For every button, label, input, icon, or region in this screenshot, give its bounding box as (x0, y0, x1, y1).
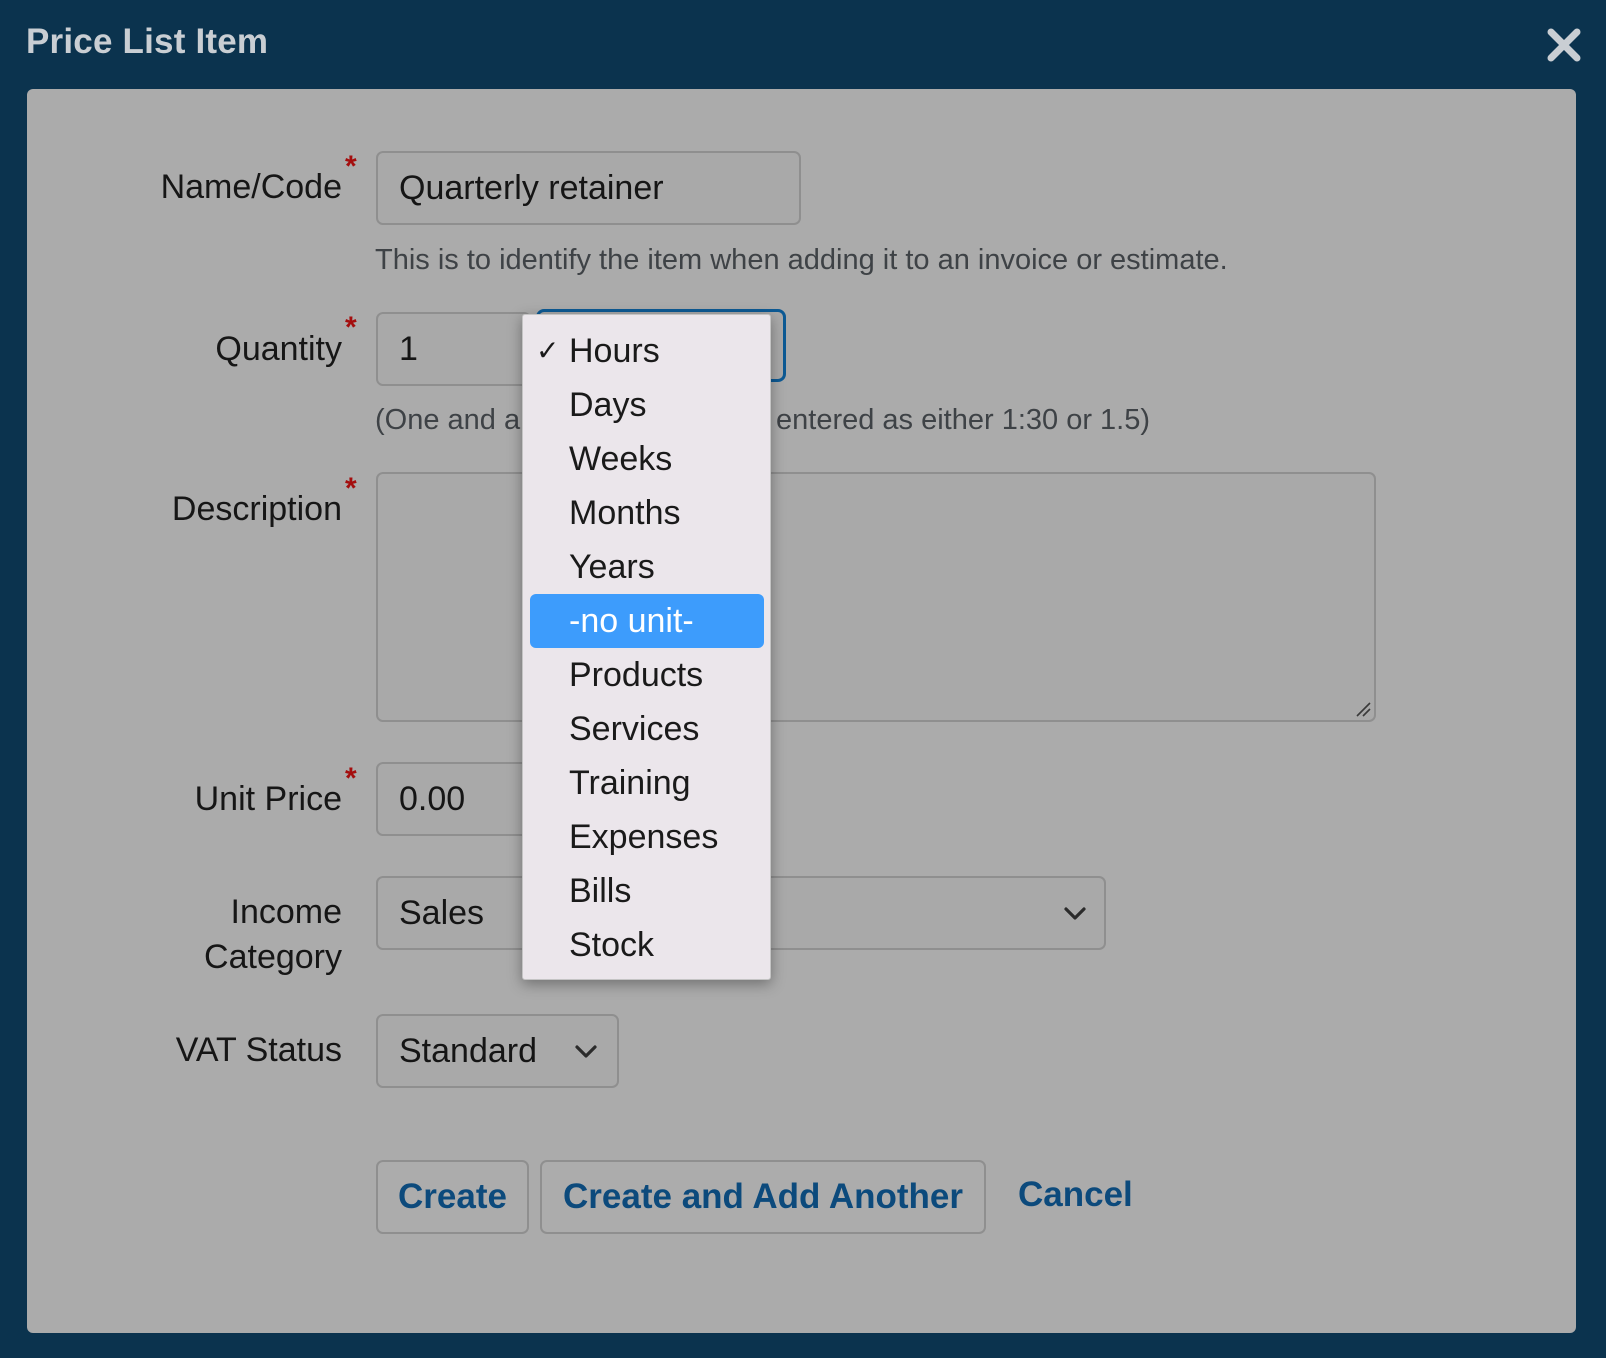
unit-option-label: Training (569, 764, 691, 802)
unit-option-hours[interactable]: ✓ Hours (530, 324, 764, 378)
unit-option-label: Weeks (569, 440, 673, 478)
unit-option-expenses[interactable]: Expenses (530, 810, 764, 864)
income-category-label-line1: Income (230, 893, 343, 931)
unit-option-bills[interactable]: Bills (530, 864, 764, 918)
unit-option-no-unit[interactable]: -no unit- (530, 594, 764, 648)
name-input[interactable]: Quarterly retainer (376, 151, 801, 225)
required-mark: * (345, 472, 357, 505)
required-mark: * (345, 150, 357, 183)
unit-option-training[interactable]: Training (530, 756, 764, 810)
quantity-hint-right: entered as either 1:30 or 1.5) (776, 404, 1151, 436)
create-and-add-another-button[interactable]: Create and Add Another (540, 1160, 986, 1234)
chevron-down-icon (575, 1045, 597, 1058)
quantity-input[interactable]: 1 (376, 312, 531, 386)
income-category-label-line2: Category (204, 938, 342, 976)
unit-option-label: Services (569, 710, 700, 748)
quantity-hint-left: (One and a (375, 404, 521, 436)
unit-dropdown-menu: ✓ Hours Days Weeks Months Years -no unit… (522, 314, 771, 980)
unit-option-stock[interactable]: Stock (530, 918, 764, 972)
cancel-link[interactable]: Cancel (1018, 1160, 1133, 1230)
check-icon: ✓ (536, 335, 560, 366)
required-mark: * (345, 311, 357, 344)
unit-option-label: Years (569, 548, 655, 586)
close-icon[interactable] (1545, 26, 1583, 64)
name-label: Name/Code (160, 168, 342, 206)
chevron-down-icon (1064, 907, 1086, 920)
unit-option-label: Months (569, 494, 681, 532)
unit-option-label: -no unit- (569, 602, 694, 640)
unit-option-label: Days (569, 386, 647, 424)
description-label: Description (171, 490, 342, 528)
unit-option-label: Products (569, 656, 704, 694)
unit-option-label: Expenses (569, 818, 719, 856)
required-mark: * (345, 762, 357, 795)
resize-handle-icon[interactable] (1355, 701, 1371, 717)
create-button[interactable]: Create (376, 1160, 529, 1234)
name-hint: This is to identify the item when adding… (375, 244, 1228, 276)
unit-option-label: Hours (569, 332, 660, 370)
dialog-title: Price List Item (26, 22, 269, 61)
unit-option-days[interactable]: Days (530, 378, 764, 432)
unit-price-label: Unit Price (194, 780, 342, 818)
quantity-label: Quantity (215, 330, 342, 368)
unit-price-input[interactable]: 0.00 (376, 762, 531, 836)
unit-option-label: Stock (569, 926, 655, 964)
unit-option-weeks[interactable]: Weeks (530, 432, 764, 486)
unit-option-months[interactable]: Months (530, 486, 764, 540)
unit-option-services[interactable]: Services (530, 702, 764, 756)
unit-option-label: Bills (569, 872, 632, 910)
unit-option-products[interactable]: Products (530, 648, 764, 702)
unit-option-years[interactable]: Years (530, 540, 764, 594)
vat-status-label: VAT Status (175, 1031, 342, 1069)
